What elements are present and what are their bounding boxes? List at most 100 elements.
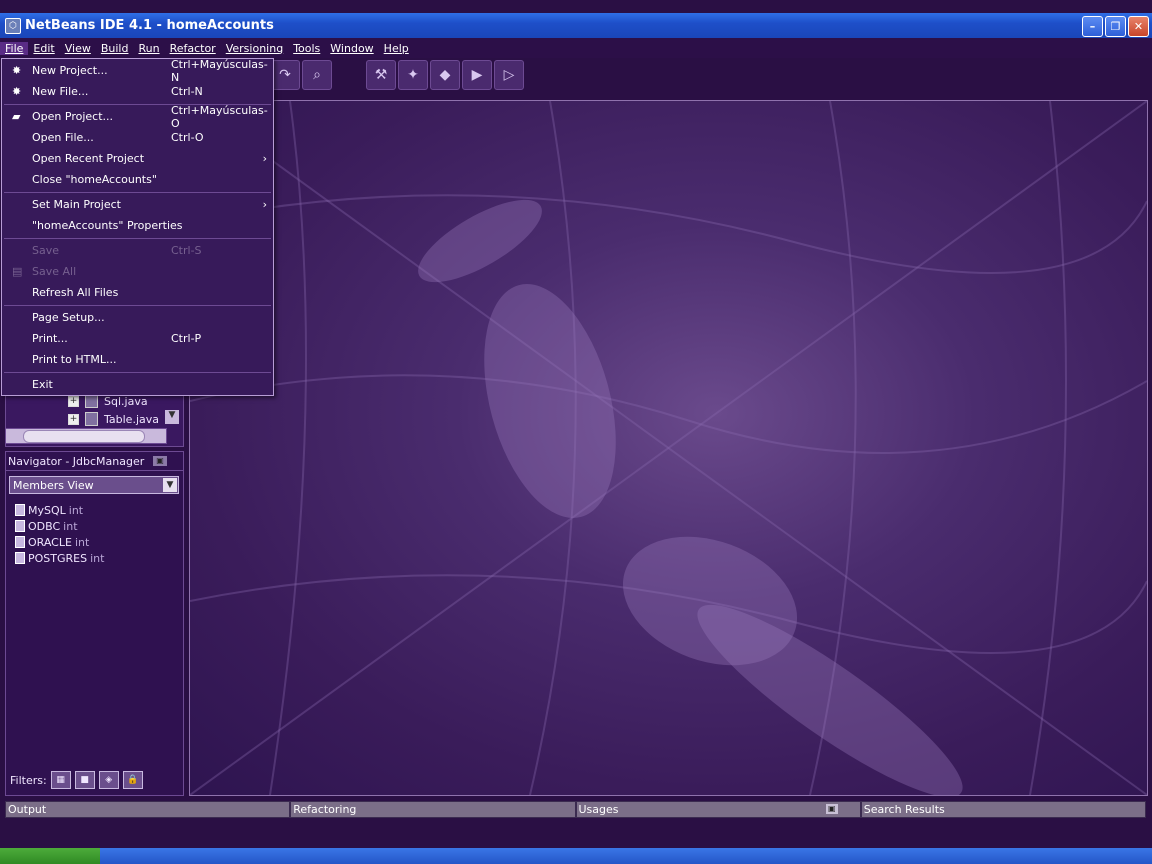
tree-item-label: Sql.java xyxy=(104,394,148,408)
member-name: POSTGRES xyxy=(28,551,88,565)
new-project-icon: ✸ xyxy=(12,64,22,77)
menu-item-project-properties[interactable]: "homeAccounts" Properties xyxy=(2,215,273,236)
field-icon xyxy=(15,552,25,564)
redo-icon[interactable]: ↷ xyxy=(270,60,300,90)
field-icon xyxy=(15,504,25,516)
editor-area[interactable] xyxy=(189,100,1148,796)
expand-icon[interactable]: + xyxy=(68,395,79,407)
menu-item-open-project[interactable]: ▰ Open Project... Ctrl+Mayúsculas-O xyxy=(2,104,273,130)
chevron-right-icon: › xyxy=(262,198,267,211)
menu-refactor[interactable]: Refactor xyxy=(165,42,221,55)
menu-item-print[interactable]: Print... Ctrl-P xyxy=(2,328,273,349)
tab-output[interactable]: Output xyxy=(5,801,291,818)
hide-fields-icon[interactable]: ■ xyxy=(74,771,95,789)
menu-item-open-file[interactable]: Open File... Ctrl-O xyxy=(2,127,273,148)
tree-item-table[interactable]: + Table.java xyxy=(68,411,159,427)
members-view-select[interactable]: Members View ▼ xyxy=(9,476,179,494)
minimize-button[interactable]: – xyxy=(1082,16,1103,37)
menu-item-save-all: ▤ Save All xyxy=(12,265,77,278)
menu-item-save: Save Ctrl-S xyxy=(32,244,202,257)
status-bar xyxy=(0,828,1152,844)
file-menu-dropdown: ✸ New Project... Ctrl+Mayúsculas-N ✸ New… xyxy=(1,58,274,396)
menu-view[interactable]: View xyxy=(60,42,96,55)
minimize-window-icon[interactable]: ▣ xyxy=(825,804,838,814)
java-file-icon xyxy=(85,412,98,426)
member-name: ODBC xyxy=(28,519,61,533)
debug-icon[interactable]: ▶ xyxy=(462,60,492,90)
tab-label: Output xyxy=(8,803,47,816)
menu-separator xyxy=(4,238,271,239)
menu-help[interactable]: Help xyxy=(379,42,414,55)
menu-file[interactable]: File xyxy=(0,41,29,55)
hide-static-icon[interactable]: ◈ xyxy=(98,771,119,789)
window-titlebar: ⬡ NetBeans IDE 4.1 - homeAccounts – ❐ ✕ xyxy=(0,13,1152,38)
tab-search-results[interactable]: Search Results xyxy=(860,801,1146,818)
os-taskbar xyxy=(0,848,1152,864)
field-icon xyxy=(15,520,25,532)
netbeans-cube-icon: ⬡ xyxy=(5,17,21,34)
tab-refactoring[interactable]: Refactoring xyxy=(290,801,576,818)
menu-item-new-project[interactable]: ✸ New Project... Ctrl+Mayúsculas-N xyxy=(2,58,273,84)
tree-item-label: Table.java xyxy=(104,412,159,426)
scroll-down-icon[interactable]: ▼ xyxy=(165,410,179,424)
menu-item-set-main-project[interactable]: Set Main Project › xyxy=(2,194,273,215)
chevron-down-icon[interactable]: ▼ xyxy=(163,478,177,492)
field-icon xyxy=(15,536,25,548)
menu-separator xyxy=(4,372,271,373)
bottom-tabs: Output Refactoring Usages ▣ Search Result… xyxy=(5,801,1146,818)
menu-separator xyxy=(4,305,271,306)
menu-window[interactable]: Window xyxy=(325,42,378,55)
navigator-header: Navigator - JdbcManager ▣ xyxy=(6,452,183,471)
menu-run[interactable]: Run xyxy=(133,42,164,55)
tab-label: Usages xyxy=(578,803,619,816)
member-name: ORACLE xyxy=(28,535,72,549)
menu-item-print-to-html[interactable]: Print to HTML... xyxy=(2,349,273,370)
new-file-icon: ✸ xyxy=(12,85,22,98)
tab-label: Search Results xyxy=(863,803,945,816)
step-icon[interactable]: ▷ xyxy=(494,60,524,90)
menu-item-page-setup[interactable]: Page Setup... xyxy=(2,307,273,328)
filters-bar: Filters: ▦ ■ ◈ 🔒 xyxy=(10,771,143,789)
menubar: File Edit View Build Run Refactor Versio… xyxy=(0,38,1152,58)
toolbar: ↷ ⌕ ⚒ ✦ ◆ ▶ ▷ xyxy=(270,60,524,90)
chevron-right-icon: › xyxy=(262,152,267,165)
member-type: int xyxy=(68,503,84,517)
menu-build[interactable]: Build xyxy=(96,42,134,55)
member-item[interactable]: ORACLE int xyxy=(15,534,89,550)
members-view-value: Members View xyxy=(13,478,94,492)
save-all-icon: ▤ xyxy=(12,265,23,278)
close-button[interactable]: ✕ xyxy=(1128,16,1149,37)
start-button[interactable] xyxy=(0,848,100,864)
menu-item-exit[interactable]: Exit xyxy=(2,374,273,395)
menu-item-new-file[interactable]: ✸ New File... Ctrl-N xyxy=(2,81,273,102)
member-item[interactable]: POSTGRES int xyxy=(15,550,104,566)
java-file-icon xyxy=(85,394,98,408)
scrollbar-thumb[interactable] xyxy=(23,430,145,443)
show-inherited-icon[interactable]: ▦ xyxy=(50,771,71,789)
menu-item-open-recent-project[interactable]: Open Recent Project › xyxy=(2,148,273,169)
filters-label: Filters: xyxy=(10,773,47,787)
expand-icon[interactable]: + xyxy=(68,413,79,425)
navigator-title: Navigator - JdbcManager xyxy=(8,454,145,468)
clean-build-icon[interactable]: ✦ xyxy=(398,60,428,90)
member-item[interactable]: ODBC int xyxy=(15,518,78,534)
menu-tools[interactable]: Tools xyxy=(288,42,325,55)
menu-versioning[interactable]: Versioning xyxy=(221,42,288,55)
menu-item-close-project[interactable]: Close "homeAccounts" xyxy=(2,169,273,190)
menu-separator xyxy=(4,192,271,193)
hide-private-icon[interactable]: 🔒 xyxy=(122,771,143,789)
open-folder-icon: ▰ xyxy=(12,110,21,123)
build-icon[interactable]: ⚒ xyxy=(366,60,396,90)
menu-edit[interactable]: Edit xyxy=(28,42,59,55)
run-icon[interactable]: ◆ xyxy=(430,60,460,90)
navigator-panel: Navigator - JdbcManager ▣ Members View ▼… xyxy=(5,451,184,796)
find-icon[interactable]: ⌕ xyxy=(302,60,332,90)
window-title: NetBeans IDE 4.1 - homeAccounts xyxy=(25,18,274,33)
member-item[interactable]: MySQL int xyxy=(15,502,83,518)
restore-button[interactable]: ❐ xyxy=(1105,16,1126,37)
minimize-window-icon[interactable]: ▣ xyxy=(153,456,167,466)
menu-item-refresh-all-files[interactable]: Refresh All Files xyxy=(2,282,273,303)
tab-usages[interactable]: Usages ▣ xyxy=(575,801,861,818)
member-type: int xyxy=(63,519,78,533)
horizontal-scrollbar[interactable] xyxy=(5,428,167,444)
